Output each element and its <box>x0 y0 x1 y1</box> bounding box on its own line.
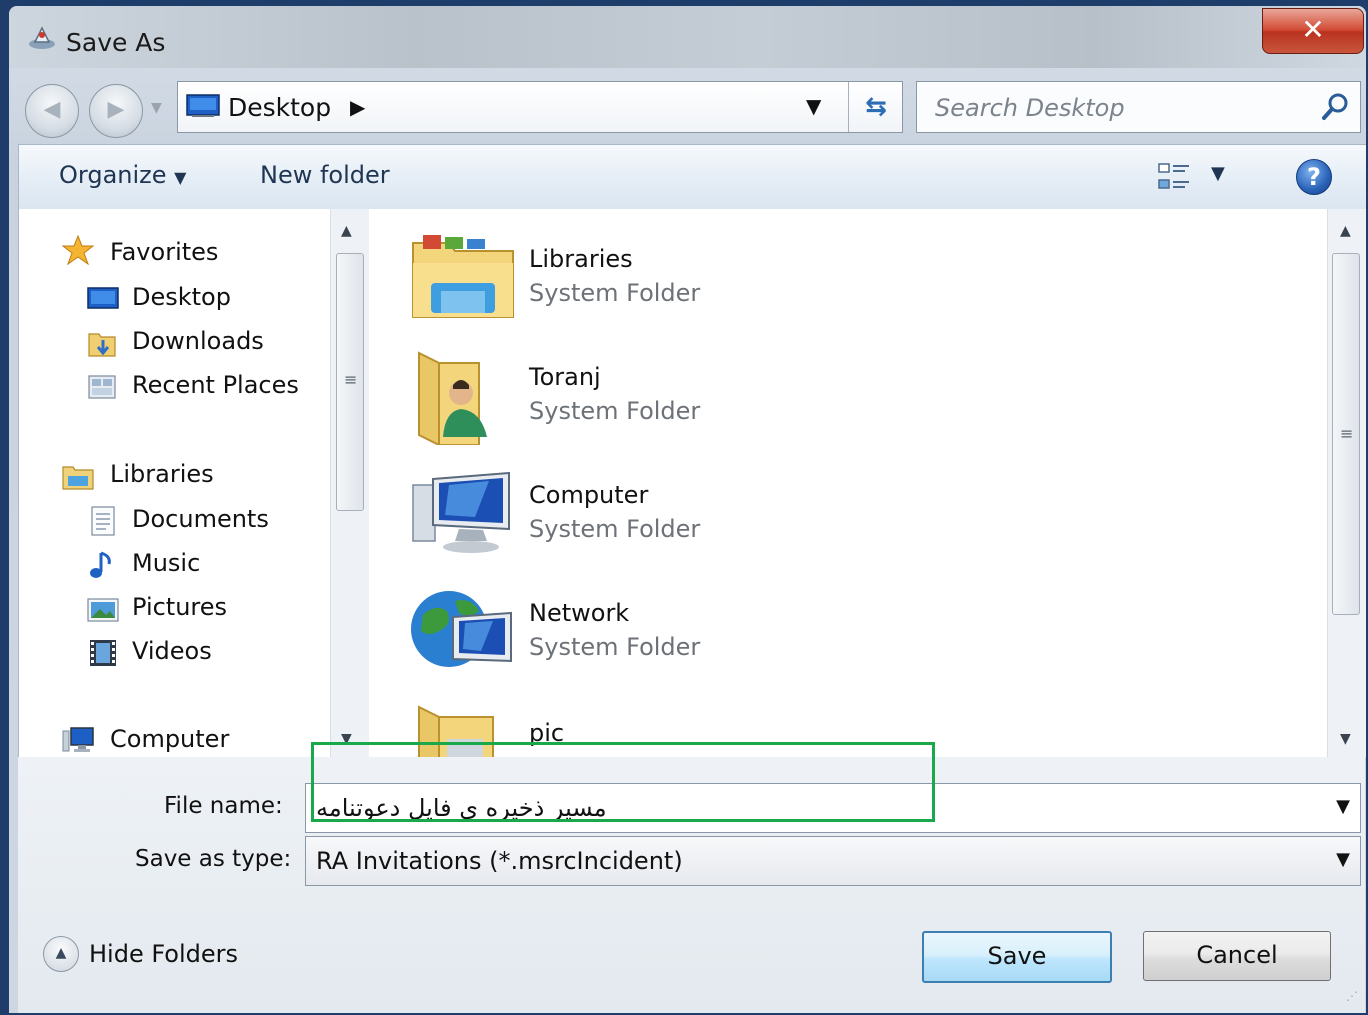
chevron-up-icon: ▲ <box>43 936 79 972</box>
search-icon[interactable] <box>1320 92 1350 122</box>
nav-item-documents[interactable]: Documents <box>132 505 269 533</box>
change-view-icon[interactable] <box>1157 161 1191 193</box>
resize-grip-icon[interactable]: ⋰ <box>1346 989 1358 1003</box>
nav-item-desktop[interactable]: Desktop <box>132 283 231 311</box>
music-icon <box>90 551 111 578</box>
libraries-folder-icon <box>412 235 514 318</box>
pictures-icon <box>87 598 119 622</box>
item-name: Computer <box>529 481 649 509</box>
list-item[interactable]: Network System Folder <box>409 581 1009 691</box>
chevron-down-icon[interactable]: ▼ <box>1336 796 1350 817</box>
hide-folders-label: Hide Folders <box>89 940 239 968</box>
address-location[interactable]: Desktop <box>228 93 331 122</box>
grip-icon: ≡ <box>1340 424 1354 443</box>
computer-icon <box>412 471 510 553</box>
organize-label: Organize <box>59 161 167 189</box>
forward-arrow-icon: ▶ <box>107 97 125 122</box>
item-type: System Folder <box>529 279 701 307</box>
nav-item-downloads[interactable]: Downloads <box>132 327 264 355</box>
scrollbar-thumb[interactable]: ≡ <box>336 253 364 511</box>
file-name-label: File name: <box>164 793 283 819</box>
address-dropdown-icon[interactable]: ▼ <box>806 94 821 118</box>
desktop-icon <box>87 287 119 309</box>
chevron-down-icon: ▼ <box>174 168 187 187</box>
nav-item-pictures[interactable]: Pictures <box>132 593 227 621</box>
nav-item-videos[interactable]: Videos <box>132 637 212 665</box>
scrollbar-thumb[interactable]: ≡ <box>1332 253 1360 615</box>
computer-icon <box>62 727 94 752</box>
new-folder-button[interactable]: New folder <box>260 161 390 189</box>
item-type: System Folder <box>529 397 701 425</box>
libraries-icon <box>62 466 94 490</box>
item-type: System Folder <box>529 515 701 543</box>
list-item[interactable]: Libraries System Folder <box>409 227 1009 337</box>
scroll-up-icon[interactable]: ▲ <box>341 223 352 239</box>
remote-assistance-icon <box>29 26 55 49</box>
downloads-icon <box>88 333 116 357</box>
videos-icon <box>90 640 116 666</box>
star-icon <box>62 235 94 265</box>
chevron-down-icon[interactable]: ▼ <box>1336 849 1350 870</box>
refresh-icon[interactable]: ⇆ <box>848 82 903 132</box>
save-type-label: Save as type: <box>135 846 292 872</box>
item-type: System Folder <box>529 633 701 661</box>
save-as-dialog: Save As ✕ ◀ ▶ ▼ Desktop ▶ ▼ ⇆ Search Des… <box>9 6 1366 1013</box>
search-box[interactable]: Search Desktop <box>916 81 1361 133</box>
window-title: Save As <box>66 28 166 57</box>
item-name: Network <box>529 599 630 627</box>
item-name: Libraries <box>529 245 633 273</box>
address-bar[interactable]: Desktop ▶ ▼ ⇆ <box>177 81 903 133</box>
nav-favorites[interactable]: Favorites <box>110 238 218 266</box>
save-type-select[interactable]: RA Invitations (*.msrcIncident) ▼ <box>305 836 1361 886</box>
navigation-pane: Favorites Desktop Downloads Recent Place… <box>18 209 331 757</box>
documents-icon <box>91 506 115 536</box>
view-options-dropdown-icon[interactable]: ▼ <box>1211 163 1225 184</box>
command-toolbar: Organize ▼ New folder ▼ ? <box>18 144 1366 210</box>
desktop-icon <box>186 94 220 117</box>
navigation-scrollbar[interactable]: ▲ ≡ ▼ <box>330 209 370 757</box>
back-button[interactable]: ◀ <box>25 84 79 138</box>
nav-item-music[interactable]: Music <box>132 549 200 577</box>
nav-libraries[interactable]: Libraries <box>110 460 214 488</box>
help-icon[interactable]: ? <box>1296 159 1332 195</box>
back-arrow-icon: ◀ <box>43 97 61 122</box>
save-type-value: RA Invitations (*.msrcIncident) <box>316 847 683 875</box>
organize-button[interactable]: Organize ▼ <box>59 161 186 189</box>
file-list-scrollbar[interactable]: ▲ ≡ ▼ <box>1327 209 1366 757</box>
list-item[interactable]: Toranj System Folder <box>409 345 1009 455</box>
scroll-down-icon[interactable]: ▼ <box>1340 731 1351 747</box>
scroll-up-icon[interactable]: ▲ <box>1340 223 1351 239</box>
recent-locations-dropdown[interactable]: ▼ <box>151 100 162 116</box>
nav-computer[interactable]: Computer <box>110 725 229 753</box>
title-bar: Save As ✕ <box>9 6 1366 68</box>
nav-item-recent-places[interactable]: Recent Places <box>132 371 299 399</box>
annotation-highlight-box <box>311 742 935 822</box>
network-icon <box>411 591 512 667</box>
forward-button[interactable]: ▶ <box>89 84 143 138</box>
user-folder-icon <box>418 351 487 445</box>
cancel-button[interactable]: Cancel <box>1143 931 1331 981</box>
file-list: Libraries System Folder Toranj System Fo… <box>369 209 1327 757</box>
recent-places-icon <box>88 375 116 399</box>
breadcrumb-chevron-icon[interactable]: ▶ <box>350 95 365 119</box>
search-input[interactable]: Search Desktop <box>935 94 1125 122</box>
save-button[interactable]: Save <box>922 931 1112 983</box>
item-name: Toranj <box>529 363 601 391</box>
grip-icon: ≡ <box>344 370 358 389</box>
list-item[interactable]: Computer System Folder <box>409 463 1009 573</box>
close-button[interactable]: ✕ <box>1262 8 1364 54</box>
